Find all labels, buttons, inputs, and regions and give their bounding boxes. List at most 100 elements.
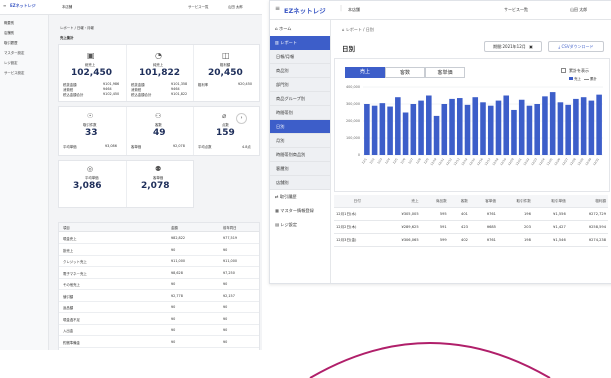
row-value: ¥289,625 bbox=[380, 220, 421, 234]
daily-sales-window: ≡ EZネットレジ | 本店舗 サービス一覧 山田 太郎 ⌂ ホーム ▥ レポート… bbox=[269, 0, 611, 284]
bar[interactable] bbox=[511, 109, 517, 155]
sidebar-item-6[interactable]: 時間帯別 bbox=[270, 106, 330, 120]
sidebar-item-14[interactable]: ▤ レジ設定 bbox=[270, 218, 330, 232]
sidebar-item-4[interactable]: 部門別 bbox=[270, 78, 330, 92]
table-row[interactable]: 12月2日(木) ¥289,625 591 423 ¥685 203 ¥1,427 ¥258,… bbox=[334, 220, 608, 234]
bar[interactable] bbox=[526, 105, 533, 155]
bar[interactable] bbox=[503, 95, 510, 156]
sidebar-item-3[interactable]: 商品別 bbox=[270, 64, 330, 78]
tab-sales[interactable]: 売上 bbox=[345, 67, 385, 78]
x-tick-label: 12/22 bbox=[522, 157, 530, 166]
table-row[interactable]: 12月3日(金) ¥306,065 599 402 ¥761 198 ¥1,546 ¥274,… bbox=[334, 233, 608, 247]
stat-sub-value: ¥2,078 bbox=[173, 144, 185, 148]
csv-download-label: CSVダウンロード bbox=[561, 44, 594, 49]
user-menu[interactable]: 山田 太郎 bbox=[570, 7, 587, 13]
bar[interactable] bbox=[495, 100, 502, 155]
sidebar-item-summary[interactable]: 概要別 bbox=[4, 20, 14, 25]
x-tick-label: 12/20 bbox=[507, 157, 515, 166]
decorative-arc bbox=[309, 342, 551, 378]
bar[interactable] bbox=[410, 104, 417, 155]
column-header: 客単価 bbox=[469, 195, 498, 208]
sidebar-item-5[interactable]: 商品グループ別 bbox=[270, 92, 330, 106]
bar[interactable] bbox=[472, 97, 479, 155]
customer-icon: ⚉ bbox=[155, 165, 162, 173]
tab-customer-price[interactable]: 客単価 bbox=[425, 67, 465, 78]
sidebar-item-12[interactable]: ⇄ 取引履歴 bbox=[270, 190, 330, 204]
row-value: ¥274,238 bbox=[567, 233, 608, 247]
user-menu[interactable]: 山田 太郎 bbox=[228, 4, 243, 9]
period-label: 期間:2021年12月 bbox=[493, 44, 526, 49]
bar[interactable] bbox=[364, 104, 370, 155]
bar[interactable] bbox=[387, 106, 393, 155]
store-selector[interactable]: 本店舗 bbox=[62, 4, 72, 9]
bar[interactable] bbox=[588, 100, 595, 155]
sidebar-item-store[interactable]: 店舗別 bbox=[4, 30, 14, 35]
bar[interactable] bbox=[395, 97, 401, 155]
bar[interactable] bbox=[456, 98, 463, 155]
bar[interactable] bbox=[565, 104, 571, 155]
calendar-icon[interactable]: ▣ bbox=[529, 44, 533, 49]
bar[interactable] bbox=[542, 96, 548, 155]
sidebar-item-8[interactable]: 月別 bbox=[270, 134, 330, 148]
csv-download-button[interactable]: ⤓ CSVダウンロード bbox=[548, 41, 604, 52]
bar[interactable] bbox=[441, 104, 448, 155]
column-header: 取引件数 bbox=[497, 195, 533, 208]
bar[interactable] bbox=[518, 99, 525, 155]
bar[interactable] bbox=[449, 98, 455, 155]
bar[interactable] bbox=[487, 105, 494, 155]
bar[interactable] bbox=[402, 112, 409, 156]
table-header: 項目 金額 前年同日 bbox=[59, 223, 259, 232]
bar[interactable] bbox=[480, 102, 486, 155]
stat-row-value: ¥20,450 bbox=[238, 82, 253, 86]
bar[interactable] bbox=[580, 97, 587, 155]
bar[interactable] bbox=[596, 94, 602, 155]
sidebar-item-1[interactable]: ▥ レポート bbox=[270, 36, 330, 50]
x-tick-label: 12/30 bbox=[584, 157, 592, 166]
bar[interactable] bbox=[534, 104, 540, 155]
sidebar-item-service[interactable]: サービス設定 bbox=[4, 70, 24, 75]
hamburger-menu-icon[interactable]: ≡ bbox=[3, 3, 6, 8]
sidebar-item-transactions[interactable]: 取引履歴 bbox=[4, 40, 18, 45]
bar[interactable] bbox=[573, 98, 579, 155]
bar[interactable] bbox=[433, 115, 440, 155]
row-value: ¥0 bbox=[171, 247, 176, 252]
sidebar-item-0[interactable]: ⌂ ホーム bbox=[270, 22, 330, 36]
services-menu[interactable]: サービス一覧 bbox=[188, 4, 208, 9]
services-menu[interactable]: サービス一覧 bbox=[504, 7, 528, 13]
sidebar-item-11[interactable]: 店舗別 bbox=[270, 176, 330, 190]
bar[interactable] bbox=[426, 95, 432, 156]
bar[interactable] bbox=[549, 92, 556, 155]
tab-customers[interactable]: 客数 bbox=[385, 67, 425, 78]
sidebar-item-7[interactable]: 日別 bbox=[270, 120, 330, 134]
gross-sales-stat: ▣ 総売上 102,450 税抜金額 ¥101,986 消費税 ¥464 税込金… bbox=[59, 45, 125, 101]
cumulative-checkbox[interactable] bbox=[561, 68, 566, 73]
sidebar-item-2[interactable]: 日報/月報 bbox=[270, 50, 330, 64]
sidebar-item-10[interactable]: 客層別 bbox=[270, 162, 330, 176]
sidebar-item-label: 部門別 bbox=[276, 82, 289, 87]
bar[interactable] bbox=[418, 100, 424, 155]
chevron-right-icon[interactable]: › bbox=[236, 113, 247, 124]
sidebar-item-master[interactable]: マスター設定 bbox=[4, 50, 24, 55]
bar[interactable] bbox=[379, 103, 386, 155]
people-icon: ⚇ bbox=[155, 112, 162, 120]
bar[interactable] bbox=[557, 102, 564, 155]
daily-report-window: ≡ EZネットレジ 本店舗 サービス一覧 山田 太郎 概要別 店舗別 取引履歴 … bbox=[0, 0, 262, 350]
row-value: ¥0 bbox=[223, 328, 228, 332]
left-header: ≡ EZネットレジ 本店舗 サービス一覧 山田 太郎 bbox=[0, 0, 262, 15]
hamburger-menu-icon[interactable]: ≡ bbox=[275, 5, 280, 12]
bar[interactable] bbox=[371, 105, 378, 155]
home-icon[interactable]: ⌂ bbox=[342, 27, 345, 32]
period-selector[interactable]: 期間:2021年12月 ▣ bbox=[484, 41, 542, 52]
sidebar-item-9[interactable]: 時間帯別商品別 bbox=[270, 148, 330, 162]
row-value: ¥2,778 bbox=[171, 293, 183, 298]
store-selector[interactable]: 本店舗 bbox=[348, 7, 360, 13]
stat-sub-label: 客単価 bbox=[131, 145, 142, 149]
sidebar-item-13[interactable]: ▦ マスター情報登録 bbox=[270, 204, 330, 218]
bar[interactable] bbox=[464, 104, 471, 155]
stat-label: 取引件数 bbox=[83, 123, 97, 127]
app-logo: EZネットレジ bbox=[10, 3, 36, 8]
table-row: 値引額 ¥2,778 ¥2,157 bbox=[59, 290, 259, 302]
sidebar-item-register[interactable]: レジ設定 bbox=[4, 60, 18, 65]
row-label: 現金売上 bbox=[63, 237, 77, 241]
table-row[interactable]: 12月1日(水) ¥305,005 595 401 ¥761 196 ¥1,556 ¥272,… bbox=[334, 207, 608, 221]
